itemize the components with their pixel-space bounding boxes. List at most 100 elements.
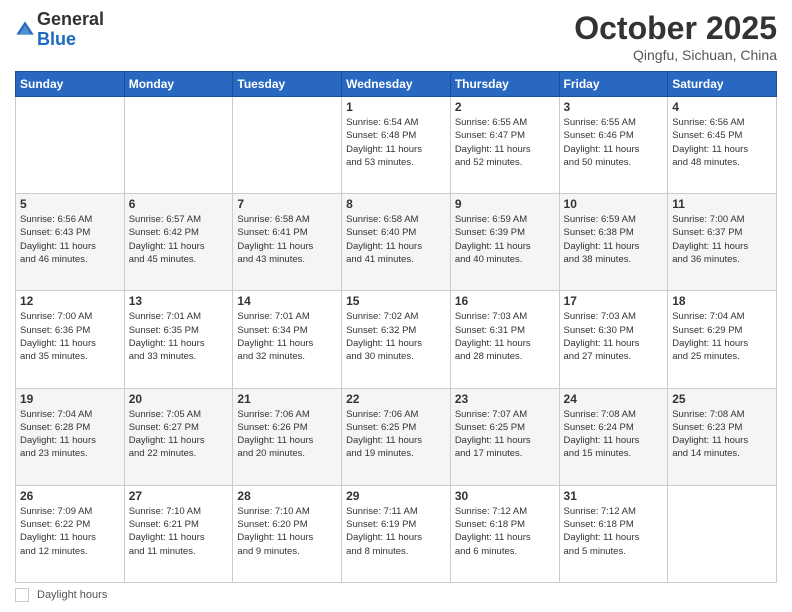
calendar-cell: 28Sunrise: 7:10 AM Sunset: 6:20 PM Dayli…	[233, 485, 342, 582]
day-number: 20	[129, 392, 229, 406]
calendar-cell: 20 Sunrise: 7:05 AM Sunset: 6:27 PM Dayli…	[124, 388, 233, 485]
day-number: 4	[672, 100, 772, 114]
weekday-header: Sunday	[16, 72, 125, 97]
calendar-cell: 25Sunrise: 7:08 AM Sunset: 6:23 PM Dayli…	[668, 388, 777, 485]
calendar-cell: 12 Sunrise: 7:00 AM Sunset: 6:36 PM Dayli…	[16, 291, 125, 388]
day-number: 12	[20, 294, 120, 308]
calendar-cell: 30Sunrise: 7:12 AM Sunset: 6:18 PM Dayli…	[450, 485, 559, 582]
day-number: 8	[346, 197, 446, 211]
logo-icon	[15, 20, 35, 40]
calendar-cell: 7Sunrise: 6:58 AM Sunset: 6:41 PM Daylig…	[233, 194, 342, 291]
legend-label: Daylight hours	[37, 589, 107, 601]
title-area: October 2025 Qingfu, Sichuan, China	[574, 10, 777, 63]
calendar-cell: 17 Sunrise: 7:03 AM Sunset: 6:30 PM Dayli…	[559, 291, 668, 388]
calendar-cell: 3Sunrise: 6:55 AM Sunset: 6:46 PM Daylig…	[559, 97, 668, 194]
day-number: 23	[455, 392, 555, 406]
day-number: 2	[455, 100, 555, 114]
page: General Blue October 2025 Qingfu, Sichua…	[0, 0, 792, 612]
calendar-cell: 14 Sunrise: 7:01 AM Sunset: 6:34 PM Dayli…	[233, 291, 342, 388]
calendar-cell: 9 Sunrise: 6:59 AM Sunset: 6:39 PM Daylig…	[450, 194, 559, 291]
calendar-cell: 5 Sunrise: 6:56 AM Sunset: 6:43 PM Daylig…	[16, 194, 125, 291]
calendar-cell: 31Sunrise: 7:12 AM Sunset: 6:18 PM Dayli…	[559, 485, 668, 582]
day-number: 31	[564, 489, 664, 503]
logo: General Blue	[15, 10, 104, 50]
day-info: Sunrise: 7:10 AM Sunset: 6:21 PM Dayligh…	[129, 505, 229, 558]
calendar-cell: 6 Sunrise: 6:57 AM Sunset: 6:42 PM Daylig…	[124, 194, 233, 291]
calendar-cell: 2 Sunrise: 6:55 AM Sunset: 6:47 PM Daylig…	[450, 97, 559, 194]
calendar-cell: 1 Sunrise: 6:54 AM Sunset: 6:48 PM Daylig…	[342, 97, 451, 194]
day-number: 1	[346, 100, 446, 114]
weekday-header: Wednesday	[342, 72, 451, 97]
legend-box	[15, 588, 29, 602]
calendar-cell: 24 Sunrise: 7:08 AM Sunset: 6:24 PM Dayli…	[559, 388, 668, 485]
day-info: Sunrise: 7:10 AM Sunset: 6:20 PM Dayligh…	[237, 505, 337, 558]
day-number: 26	[20, 489, 120, 503]
day-number: 24	[564, 392, 664, 406]
day-info: Sunrise: 7:04 AM Sunset: 6:28 PM Dayligh…	[20, 408, 120, 461]
week-row: 26Sunrise: 7:09 AM Sunset: 6:22 PM Dayli…	[16, 485, 777, 582]
day-info: Sunrise: 7:08 AM Sunset: 6:23 PM Dayligh…	[672, 408, 772, 461]
week-row: 19 Sunrise: 7:04 AM Sunset: 6:28 PM Dayli…	[16, 388, 777, 485]
weekday-header: Monday	[124, 72, 233, 97]
calendar-cell: 8Sunrise: 6:58 AM Sunset: 6:40 PM Daylig…	[342, 194, 451, 291]
day-info: Sunrise: 6:54 AM Sunset: 6:48 PM Dayligh…	[346, 116, 446, 169]
calendar-cell	[16, 97, 125, 194]
day-number: 18	[672, 294, 772, 308]
day-info: Sunrise: 7:01 AM Sunset: 6:34 PM Dayligh…	[237, 310, 337, 363]
weekday-header: Friday	[559, 72, 668, 97]
day-info: Sunrise: 7:03 AM Sunset: 6:30 PM Dayligh…	[564, 310, 664, 363]
day-info: Sunrise: 7:06 AM Sunset: 6:25 PM Dayligh…	[346, 408, 446, 461]
day-info: Sunrise: 6:59 AM Sunset: 6:38 PM Dayligh…	[564, 213, 664, 266]
calendar-cell: 19 Sunrise: 7:04 AM Sunset: 6:28 PM Dayli…	[16, 388, 125, 485]
calendar-cell: 27Sunrise: 7:10 AM Sunset: 6:21 PM Dayli…	[124, 485, 233, 582]
calendar-cell	[668, 485, 777, 582]
day-info: Sunrise: 7:05 AM Sunset: 6:27 PM Dayligh…	[129, 408, 229, 461]
day-number: 29	[346, 489, 446, 503]
month-title: October 2025	[574, 10, 777, 47]
calendar-cell	[233, 97, 342, 194]
day-number: 22	[346, 392, 446, 406]
day-number: 9	[455, 197, 555, 211]
week-row: 12 Sunrise: 7:00 AM Sunset: 6:36 PM Dayli…	[16, 291, 777, 388]
calendar-cell: 26Sunrise: 7:09 AM Sunset: 6:22 PM Dayli…	[16, 485, 125, 582]
day-number: 17	[564, 294, 664, 308]
weekday-header: Saturday	[668, 72, 777, 97]
weekday-header: Tuesday	[233, 72, 342, 97]
day-info: Sunrise: 7:00 AM Sunset: 6:36 PM Dayligh…	[20, 310, 120, 363]
day-info: Sunrise: 6:56 AM Sunset: 6:43 PM Dayligh…	[20, 213, 120, 266]
calendar-cell: 29 Sunrise: 7:11 AM Sunset: 6:19 PM Dayli…	[342, 485, 451, 582]
calendar-cell: 22 Sunrise: 7:06 AM Sunset: 6:25 PM Dayli…	[342, 388, 451, 485]
day-number: 16	[455, 294, 555, 308]
day-info: Sunrise: 7:11 AM Sunset: 6:19 PM Dayligh…	[346, 505, 446, 558]
day-info: Sunrise: 6:56 AM Sunset: 6:45 PM Dayligh…	[672, 116, 772, 169]
day-number: 5	[20, 197, 120, 211]
calendar-cell: 11Sunrise: 7:00 AM Sunset: 6:37 PM Dayli…	[668, 194, 777, 291]
week-row: 1 Sunrise: 6:54 AM Sunset: 6:48 PM Daylig…	[16, 97, 777, 194]
day-number: 7	[237, 197, 337, 211]
day-info: Sunrise: 6:55 AM Sunset: 6:47 PM Dayligh…	[455, 116, 555, 169]
legend: Daylight hours	[15, 588, 777, 602]
day-info: Sunrise: 7:06 AM Sunset: 6:26 PM Dayligh…	[237, 408, 337, 461]
day-number: 15	[346, 294, 446, 308]
weekday-header-row: SundayMondayTuesdayWednesdayThursdayFrid…	[16, 72, 777, 97]
calendar-cell: 16 Sunrise: 7:03 AM Sunset: 6:31 PM Dayli…	[450, 291, 559, 388]
day-info: Sunrise: 7:07 AM Sunset: 6:25 PM Dayligh…	[455, 408, 555, 461]
day-number: 19	[20, 392, 120, 406]
day-number: 14	[237, 294, 337, 308]
day-info: Sunrise: 7:08 AM Sunset: 6:24 PM Dayligh…	[564, 408, 664, 461]
calendar-cell: 15Sunrise: 7:02 AM Sunset: 6:32 PM Dayli…	[342, 291, 451, 388]
weekday-header: Thursday	[450, 72, 559, 97]
calendar-cell: 13Sunrise: 7:01 AM Sunset: 6:35 PM Dayli…	[124, 291, 233, 388]
day-info: Sunrise: 6:59 AM Sunset: 6:39 PM Dayligh…	[455, 213, 555, 266]
day-info: Sunrise: 7:03 AM Sunset: 6:31 PM Dayligh…	[455, 310, 555, 363]
day-info: Sunrise: 6:57 AM Sunset: 6:42 PM Dayligh…	[129, 213, 229, 266]
location: Qingfu, Sichuan, China	[574, 47, 777, 63]
day-number: 10	[564, 197, 664, 211]
calendar-cell: 23 Sunrise: 7:07 AM Sunset: 6:25 PM Dayli…	[450, 388, 559, 485]
day-number: 6	[129, 197, 229, 211]
logo-general: General	[37, 9, 104, 29]
day-number: 13	[129, 294, 229, 308]
day-number: 11	[672, 197, 772, 211]
header: General Blue October 2025 Qingfu, Sichua…	[15, 10, 777, 63]
day-info: Sunrise: 6:55 AM Sunset: 6:46 PM Dayligh…	[564, 116, 664, 169]
